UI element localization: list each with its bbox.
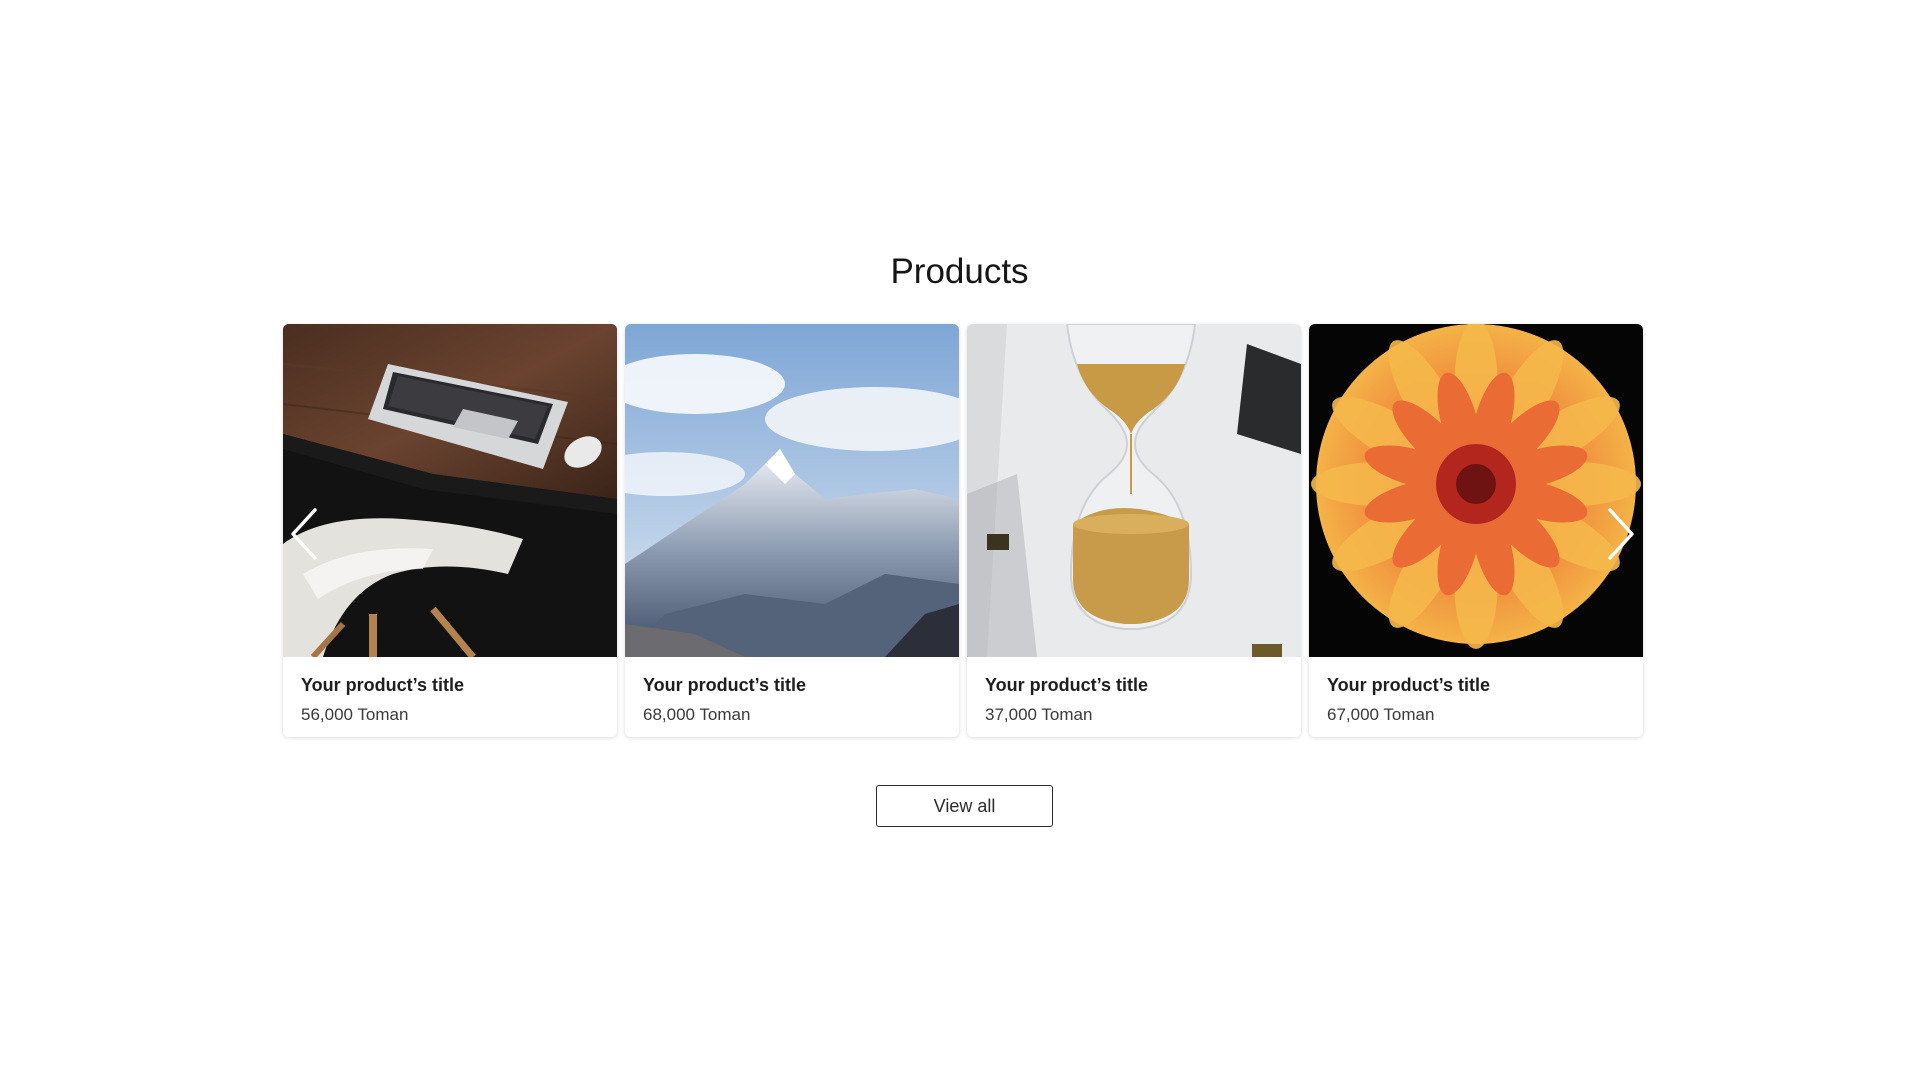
product-info: Your product’s title 56,000 Toman <box>283 657 617 726</box>
product-price: 56,000 Toman <box>301 705 409 724</box>
product-info: Your product’s title 37,000 Toman <box>967 657 1301 726</box>
carousel-prev-button[interactable] <box>285 504 325 564</box>
product-price: 67,000 Toman <box>1327 705 1435 724</box>
chevron-right-icon <box>1608 508 1634 560</box>
product-image-laptop[interactable] <box>283 324 617 657</box>
product-title[interactable]: Your product’s title <box>1327 674 1625 696</box>
product-title[interactable]: Your product’s title <box>301 674 599 696</box>
product-price: 37,000 Toman <box>985 705 1093 724</box>
product-card[interactable]: Your product’s title 67,000 Toman <box>1309 324 1643 737</box>
products-section: Products Your product’s title 56,000 Tom… <box>0 0 1919 1080</box>
product-carousel: Your product’s title 56,000 Toman Your p… <box>283 324 1643 737</box>
chevron-left-icon <box>291 508 317 560</box>
product-info: Your product’s title 68,000 Toman <box>625 657 959 726</box>
product-title[interactable]: Your product’s title <box>985 674 1283 696</box>
product-price: 68,000 Toman <box>643 705 751 724</box>
product-card[interactable]: Your product’s title 68,000 Toman <box>625 324 959 737</box>
product-card[interactable]: Your product’s title 37,000 Toman <box>967 324 1301 737</box>
carousel-track: Your product’s title 56,000 Toman Your p… <box>283 324 1643 737</box>
product-info: Your product’s title 67,000 Toman <box>1309 657 1643 726</box>
product-image-flower[interactable] <box>1309 324 1643 657</box>
product-image-hourglass[interactable] <box>967 324 1301 657</box>
carousel-next-button[interactable] <box>1600 504 1640 564</box>
product-card[interactable]: Your product’s title 56,000 Toman <box>283 324 617 737</box>
section-title: Products <box>890 252 1029 291</box>
product-image-mountain[interactable] <box>625 324 959 657</box>
view-all-button[interactable]: View all <box>876 785 1053 827</box>
product-title[interactable]: Your product’s title <box>643 674 941 696</box>
